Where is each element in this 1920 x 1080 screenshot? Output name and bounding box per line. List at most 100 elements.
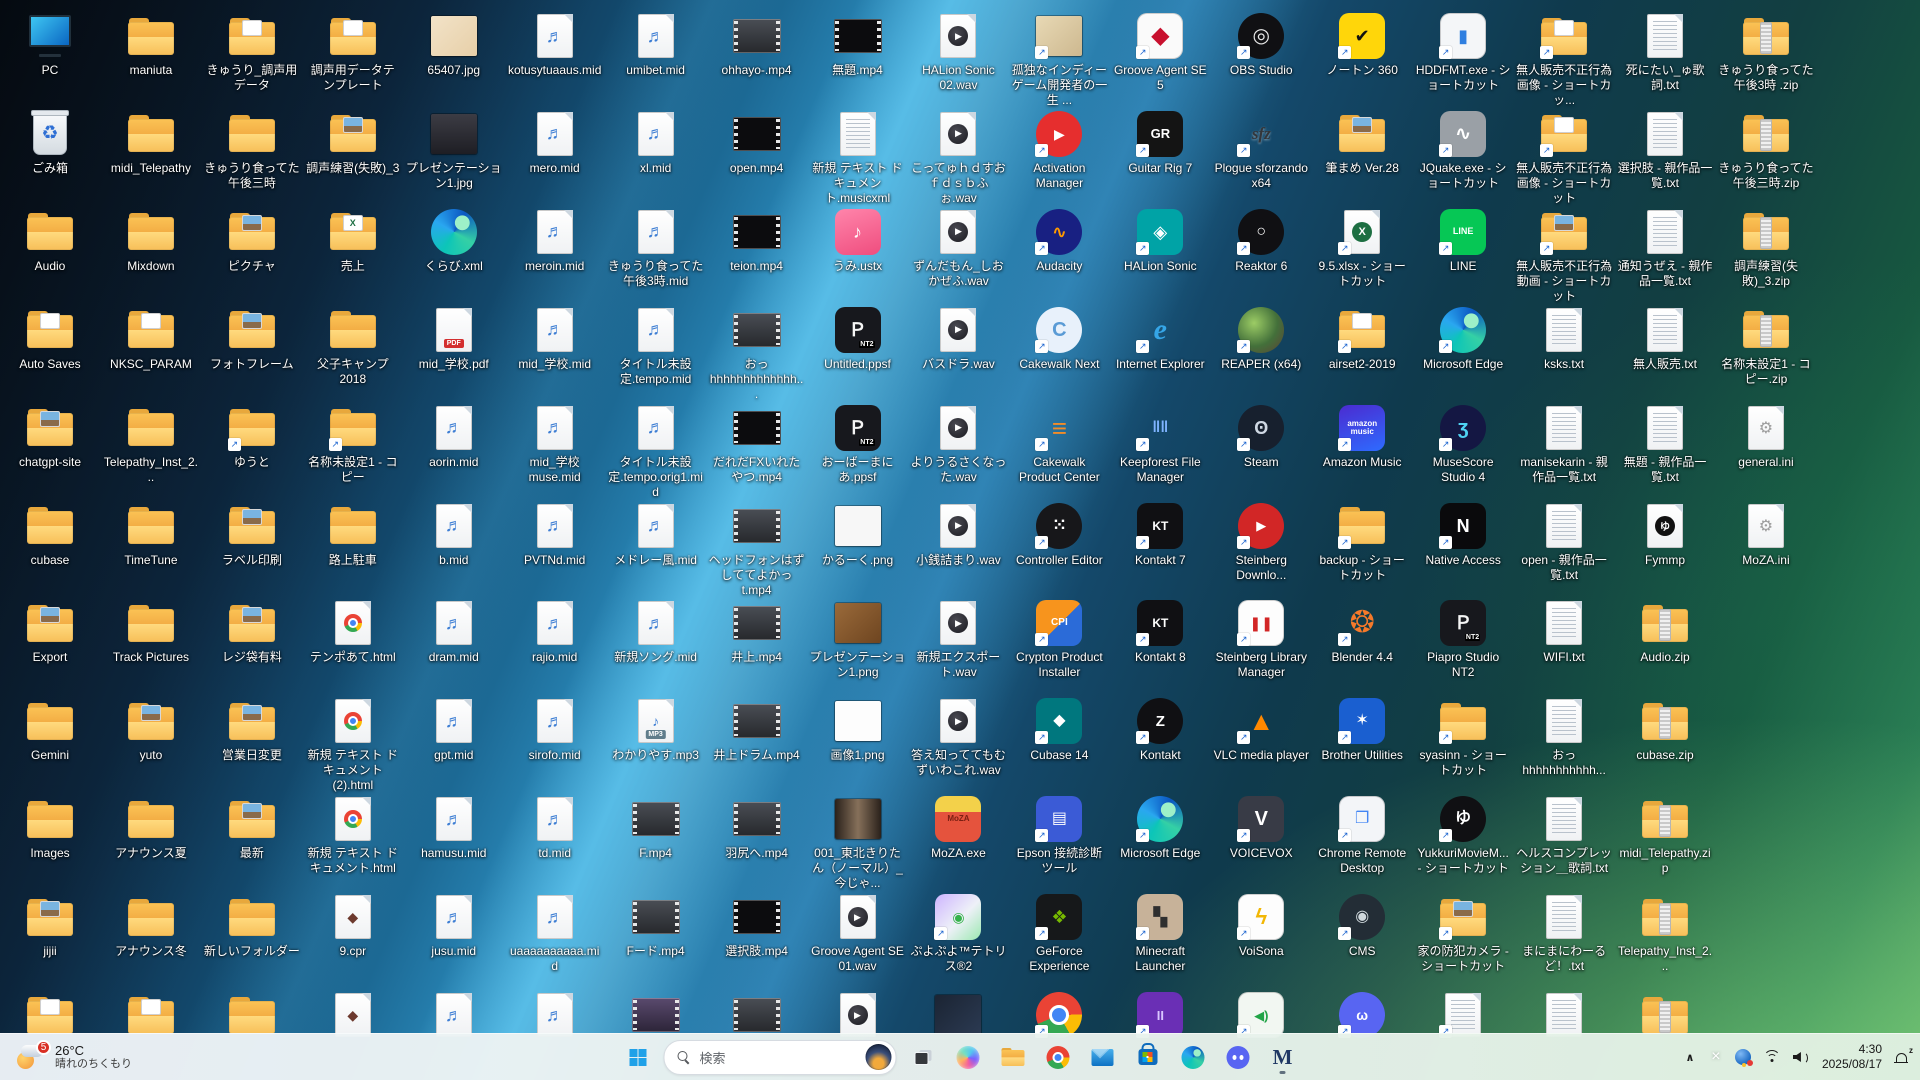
desktop-icon[interactable]: ♬きゅうり食ってた午後3時.mid <box>608 208 704 289</box>
desktop-icon[interactable]: ◉↗ぷよぷよ™テトリス®2 <box>910 893 1006 974</box>
desktop-icon[interactable]: ♬メドレー風.mid <box>608 502 704 568</box>
desktop-icon[interactable]: ヘッドフォンはずしててよかっt.mp4 <box>709 502 805 598</box>
desktop-icon[interactable]: アナウンス冬 <box>103 893 199 959</box>
desktop-icon[interactable]: 無題.mp4 <box>810 12 906 78</box>
desktop-icon[interactable]: ❖↗GeForce Experience <box>1011 893 1107 974</box>
desktop-icon[interactable]: ↗Microsoft Edge <box>1415 306 1511 372</box>
desktop-icon[interactable]: ♬umibet.mid <box>608 12 704 78</box>
desktop-icon[interactable] <box>204 991 300 1039</box>
desktop-icon[interactable]: ↗名称未設定1 - コピー <box>305 404 401 485</box>
desktop-icon[interactable]: ↗ゆうと <box>204 404 300 470</box>
desktop-icon[interactable]: ○↗Reaktor 6 <box>1213 208 1309 274</box>
desktop-icon[interactable]: きゅうり食ってた午後三時.zip <box>1718 110 1814 191</box>
desktop-icon[interactable]: プレゼンテーション1.png <box>810 599 906 680</box>
desktop-icon[interactable]: かるーく.png <box>810 502 906 568</box>
desktop-icon[interactable]: Track Pictures <box>103 599 199 665</box>
desktop-icon[interactable]: ▶ <box>810 991 906 1039</box>
desktop-icon[interactable]: ♬xl.mid <box>608 110 704 176</box>
desktop-icon[interactable]: 65407.jpg <box>406 12 502 78</box>
desktop-icon[interactable]: ↗REAPER (x64) <box>1213 306 1309 372</box>
taskbar-file-explorer-button[interactable] <box>994 1038 1032 1076</box>
taskbar-m-app-button[interactable]: M <box>1264 1038 1302 1076</box>
desktop-icon[interactable]: ▶新規エクスポート.wav <box>910 599 1006 680</box>
desktop-icon[interactable]: ♬aorin.mid <box>406 404 502 470</box>
desktop-icon[interactable]: LINE↗LINE <box>1415 208 1511 274</box>
desktop-icon[interactable]: 選択肢.mp4 <box>709 893 805 959</box>
desktop-icon[interactable]: ʘ↗Steam <box>1213 404 1309 470</box>
desktop-icon[interactable]: 父子キャンプ2018 <box>305 306 401 387</box>
desktop-icon[interactable]: 羽尻へ.mp4 <box>709 795 805 861</box>
desktop-icon[interactable]: ▶↗Activation Manager <box>1011 110 1107 191</box>
desktop-icon[interactable]: ↗Microsoft Edge <box>1112 795 1208 861</box>
desktop-icon[interactable]: ◆9.cpr <box>305 893 401 959</box>
desktop-icon[interactable] <box>709 991 805 1039</box>
desktop-icon[interactable]: midi_Telepathy.zip <box>1617 795 1713 876</box>
desktop-icon[interactable]: X↗9.5.xlsx - ショートカット <box>1314 208 1410 289</box>
desktop-icon[interactable]: ゆ↗YukkuriMovieM... - ショートカット <box>1415 795 1511 876</box>
desktop-icon[interactable]: 調声練習(失敗)_3.zip <box>1718 208 1814 289</box>
desktop-icon[interactable]: ▶答え知っててもむずいわこれ.wav <box>910 697 1006 778</box>
desktop-icon[interactable]: ✶↗Brother Utilities <box>1314 697 1410 763</box>
desktop-icon[interactable]: 筆まめ Ver.28 <box>1314 110 1410 176</box>
desktop-icon[interactable]: アナウンス夏 <box>103 795 199 861</box>
desktop-icon[interactable]: maniuta <box>103 12 199 78</box>
desktop-icon[interactable]: レジ袋有料 <box>204 599 300 665</box>
desktop-icon[interactable]: 調声練習(失敗)_3 <box>305 110 401 176</box>
desktop-icon[interactable]: Gemini <box>2 697 98 763</box>
desktop-icon[interactable]: きゅうり食ってた午後3時 .zip <box>1718 12 1814 93</box>
desktop-icon[interactable]: midi_Telepathy <box>103 110 199 176</box>
desktop-icon[interactable]: ↗backup - ショートカット <box>1314 502 1410 583</box>
desktop-icon[interactable]: ♬タイトル未設定.tempo.mid <box>608 306 704 387</box>
desktop-icon[interactable]: ▶こってゅｈｄすおｆｄｓｂふぉ.wav <box>910 110 1006 206</box>
desktop-icon[interactable]: だれだFXいれたやつ.mp4 <box>709 404 805 485</box>
desktop-icon[interactable]: ❂↗Blender 4.4 <box>1314 599 1410 665</box>
desktop-icon[interactable]: 調声用データテンプレート <box>305 12 401 93</box>
desktop-icon[interactable]: ＰNT2おーばーまにあ.ppsf <box>810 404 906 485</box>
desktop-icon[interactable]: F.mp4 <box>608 795 704 861</box>
desktop-icon[interactable]: ◀)↗ <box>1213 991 1309 1039</box>
desktop-icon[interactable]: Audio <box>2 208 98 274</box>
desktop-icon[interactable]: ♬mid_学校.mid <box>507 306 603 372</box>
desktop-icon[interactable]: 新規 テキスト ドキュメント.musicxml <box>810 110 906 206</box>
taskbar-discord-button[interactable] <box>1219 1038 1257 1076</box>
desktop-icon[interactable]: teion.mp4 <box>709 208 805 274</box>
desktop-icon[interactable]: ♪うみ.ustx <box>810 208 906 274</box>
taskbar-clock[interactable]: 4:30 2025/08/17 <box>1822 1042 1882 1072</box>
desktop-icon[interactable]: CPI↗Crypton Product Installer <box>1011 599 1107 680</box>
desktop-icon[interactable]: ⚙general.ini <box>1718 404 1814 470</box>
desktop-icon[interactable]: cubase <box>2 502 98 568</box>
desktop-icon[interactable]: 新規 テキスト ドキュメント.html <box>305 795 401 876</box>
desktop-icon[interactable]: open - 親作品一覧.txt <box>1516 502 1612 583</box>
desktop-icon[interactable]: 新規 テキスト ドキュメント (2).html <box>305 697 401 793</box>
desktop-icon[interactable]: ω↗ <box>1314 991 1410 1039</box>
chevron-up-icon[interactable]: ∧ <box>1683 1051 1697 1064</box>
wifi-icon[interactable] <box>1763 1050 1781 1064</box>
desktop-icon[interactable]: V↗VOICEVOX <box>1213 795 1309 861</box>
desktop-icon[interactable] <box>103 991 199 1039</box>
desktop-icon[interactable]: ▶よりうるさくなった.wav <box>910 404 1006 485</box>
desktop-icon[interactable]: sfz↗Plogue sforzando x64 <box>1213 110 1309 191</box>
volume-icon[interactable] <box>1793 1050 1810 1064</box>
desktop-icon[interactable]: NKSC_PARAM <box>103 306 199 372</box>
desktop-icon[interactable]: ♬uaaaaaaaaaa.mid <box>507 893 603 974</box>
desktop-icon[interactable]: ▲↗VLC media player <box>1213 697 1309 763</box>
desktop-icon[interactable]: ohhayo-.mp4 <box>709 12 805 78</box>
desktop-icon[interactable]: ♻ごみ箱 <box>2 110 98 176</box>
desktop-icon[interactable] <box>910 991 1006 1039</box>
notification-bell-icon[interactable]: z <box>1894 1050 1910 1065</box>
desktop-icon[interactable] <box>1516 991 1612 1039</box>
desktop-icon[interactable]: ゆFymmp <box>1617 502 1713 568</box>
desktop-icon[interactable]: Export <box>2 599 98 665</box>
taskbar-mail-button[interactable] <box>1084 1038 1122 1076</box>
desktop-icon[interactable]: おっhhhhhhhhhhhhh... <box>709 306 805 402</box>
desktop-icon[interactable]: ♬meroin.mid <box>507 208 603 274</box>
desktop-icon[interactable]: ♬td.mid <box>507 795 603 861</box>
desktop-icon[interactable]: ↗ <box>1011 991 1107 1039</box>
desktop-icon[interactable]: ＰNT2Piapro Studio NT2 <box>1415 599 1511 680</box>
desktop-icon[interactable]: ▮↗HDDFMT.exe - ショートカット <box>1415 12 1511 93</box>
desktop-icon[interactable]: ∿↗Audacity <box>1011 208 1107 274</box>
taskbar-edge-button[interactable] <box>1174 1038 1212 1076</box>
desktop-icon[interactable]: ▶Groove Agent SE 01.wav <box>810 893 906 974</box>
desktop-icon[interactable]: ♬jusu.mid <box>406 893 502 959</box>
desktop-icon[interactable]: PDFmid_学校.pdf <box>406 306 502 372</box>
